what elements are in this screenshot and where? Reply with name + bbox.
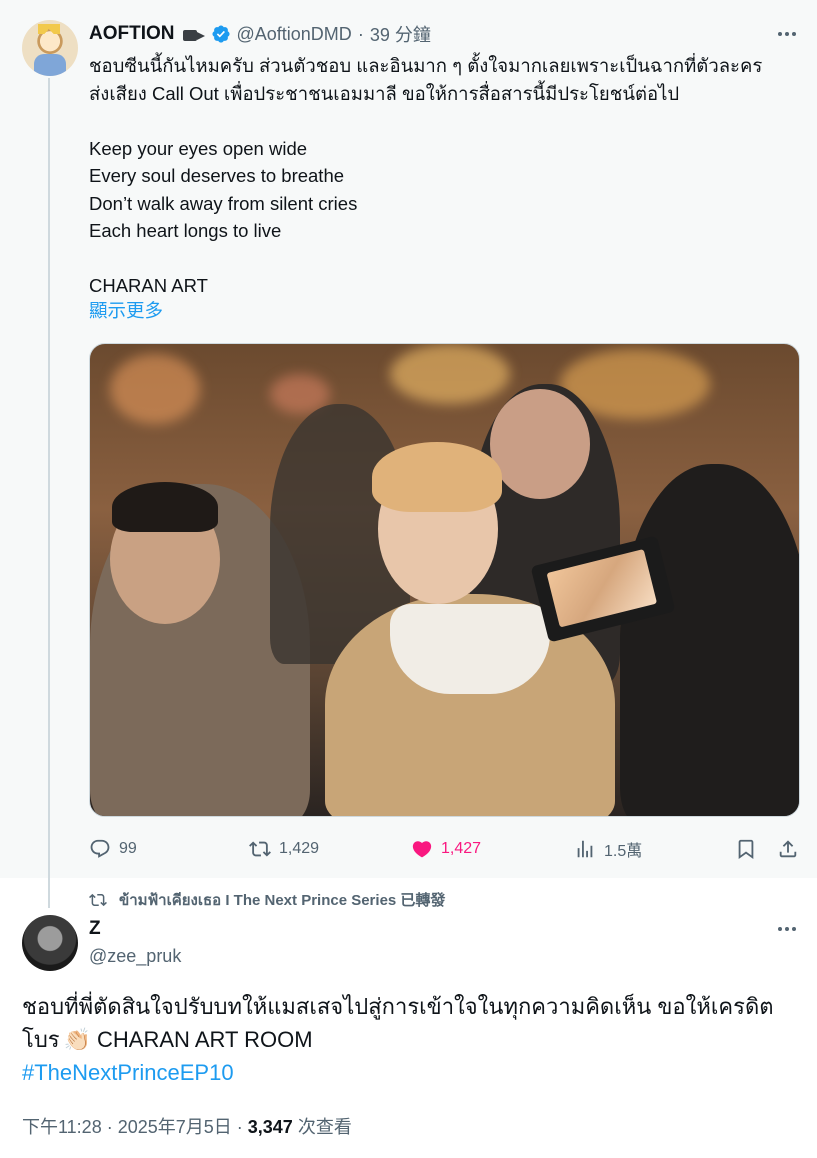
- retweet-icon: [249, 841, 271, 857]
- handle[interactable]: @AoftionDMD: [237, 24, 352, 45]
- reply-button[interactable]: 99: [89, 835, 137, 863]
- share-icon: [779, 840, 797, 858]
- text-line: Every soul deserves to breathe: [89, 165, 345, 186]
- share-button[interactable]: [777, 835, 807, 863]
- like-icon: [412, 841, 432, 858]
- like-button[interactable]: 1,427: [411, 835, 481, 863]
- bookmark-button[interactable]: [735, 835, 765, 863]
- text-line: Each heart longs to live: [89, 220, 282, 241]
- text-segment: โบร: [22, 1027, 60, 1052]
- like-count: 1,427: [441, 840, 482, 857]
- tweet-text: ชอบซีนนี้กันไหมครับ ส่วนตัวชอบ และอินมาก…: [89, 52, 804, 300]
- original-tweet[interactable]: AOFTION @AoftionDMD · 39 分鐘 ชอบซีนนี้กัน…: [0, 0, 817, 908]
- timestamp[interactable]: 39 分鐘: [370, 21, 431, 47]
- retweet-count: 1,429: [279, 840, 320, 857]
- text-line: ส่งเสียง Call Out เพื่อประชาชนเอมมาลี ขอ…: [89, 82, 680, 104]
- handle[interactable]: @zee_pruk: [89, 946, 181, 967]
- retweet-banner[interactable]: ข้ามฟ้าเคียงเธอ I The Next Prince Series…: [89, 889, 445, 911]
- bookmark-icon: [738, 839, 754, 860]
- views-icon: [577, 840, 593, 858]
- text-line: Keep your eyes open wide: [89, 137, 308, 159]
- retweet-icon: [89, 893, 107, 907]
- reply-count: 99: [119, 840, 137, 857]
- clap-emoji: 👏🏻: [63, 1027, 92, 1052]
- separator: ·: [357, 23, 364, 44]
- camera-icon: [181, 25, 207, 43]
- views-button[interactable]: 1.5萬: [574, 835, 642, 863]
- display-name[interactable]: Z: [89, 918, 101, 940]
- more-icon[interactable]: [775, 919, 799, 939]
- timestamp[interactable]: 下午11:28 · 2025年7月5日 ·: [22, 1117, 248, 1137]
- tweet-text: ชอบที่พี่ตัดสินใจปรับบทให้แมสเสจไปสู่การ…: [22, 990, 802, 1089]
- views-count: 3,347: [247, 1117, 293, 1137]
- tweet-header: AOFTION @AoftionDMD · 39 分鐘: [89, 21, 431, 47]
- tweet-actions: 99 1,429 1,427 1.5萬: [89, 835, 801, 863]
- text-line: CHARAN ART: [89, 275, 208, 296]
- tweet-photo[interactable]: [89, 343, 800, 817]
- reply-icon: [90, 839, 110, 858]
- avatar[interactable]: [22, 20, 78, 76]
- hashtag-link[interactable]: #TheNextPrinceEP10: [22, 1060, 234, 1085]
- display-name[interactable]: AOFTION: [89, 23, 175, 45]
- show-more-link[interactable]: 顯示更多: [89, 297, 163, 323]
- text-line: ชอบซีนนี้กันไหมครับ ส่วนตัวชอบ และอินมาก…: [89, 55, 763, 76]
- views-label: 次查看: [292, 1117, 352, 1137]
- text-segment: CHARAN ART ROOM: [97, 1027, 313, 1052]
- text-line: ชอบที่พี่ตัดสินใจปรับบทให้แมสเสจไปสู่การ…: [22, 994, 774, 1019]
- views-count: 1.5萬: [604, 843, 643, 860]
- verified-icon[interactable]: [211, 24, 231, 44]
- tweet-meta: 下午11:28 · 2025年7月5日 · 3,347 次查看: [22, 1113, 352, 1139]
- avatar[interactable]: [22, 915, 78, 971]
- retweet-banner-text: ข้ามฟ้าเคียงเธอ I The Next Prince Series…: [119, 892, 446, 909]
- text-line: Don’t walk away from silent cries: [89, 192, 358, 214]
- thread-line: [48, 78, 50, 908]
- text-line: โบร 👏🏻 CHARAN ART ROOM: [22, 1023, 802, 1056]
- more-icon[interactable]: [775, 24, 799, 44]
- retweet-button[interactable]: 1,429: [249, 835, 319, 863]
